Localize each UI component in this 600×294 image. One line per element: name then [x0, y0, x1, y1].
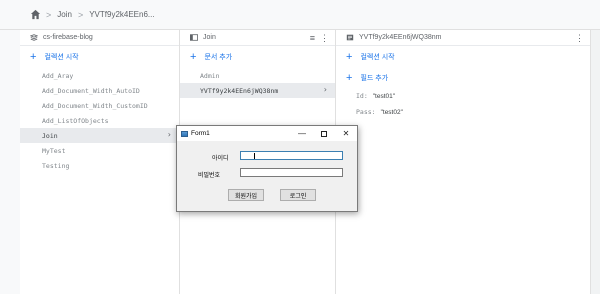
- collection-item-label: Join: [42, 131, 58, 140]
- maximize-icon: [321, 130, 327, 137]
- document-item-selected[interactable]: YVTf9y2k4EEn6jWQ38nm ›: [180, 83, 335, 98]
- document-detail-header: YVTf9y2k4EEn6jWQ38nm ⋮: [336, 30, 590, 46]
- document-detail-panel: YVTf9y2k4EEn6jWQ38nm ⋮ + 컬렉션 시작 + 필드 추가 …: [336, 30, 590, 294]
- documents-header: Join ≡ ⋮: [180, 30, 335, 46]
- plus-icon: +: [30, 50, 37, 63]
- start-collection-label: 컬렉션 시작: [44, 54, 79, 61]
- collection-item-label: MyTest: [42, 146, 66, 155]
- collections-header-title: cs-firebase-blog: [43, 34, 93, 41]
- breadcrumb-bar: > Join > YVTf9y2k4EEn6...: [0, 0, 600, 30]
- field-row[interactable]: Pass: "test02": [336, 104, 590, 120]
- field-key: Id:: [356, 92, 368, 100]
- maximize-button[interactable]: [313, 126, 335, 141]
- chevron-right-icon: ›: [323, 85, 327, 94]
- document-detail-title: YVTf9y2k4EEn6jWQ38nm: [359, 34, 442, 41]
- collection-item-selected[interactable]: Join ›: [20, 128, 179, 143]
- right-scroll-gutter: [590, 30, 600, 294]
- collection-item[interactable]: Testing: [20, 158, 179, 173]
- chevron-right-icon: >: [46, 9, 52, 20]
- id-label: 아이디: [212, 156, 229, 162]
- plus-icon: +: [346, 71, 353, 84]
- home-icon[interactable]: [30, 9, 41, 20]
- document-item-label: Admin: [200, 71, 220, 80]
- add-document-button[interactable]: + 문서 추가: [180, 46, 335, 68]
- plus-icon: +: [190, 50, 197, 63]
- start-subcollection-button[interactable]: + 컬렉션 시작: [336, 46, 590, 68]
- collection-item-label: Add_Document_Width_AutoID: [42, 86, 140, 95]
- document-detail-tools: ⋮: [575, 33, 584, 44]
- dialog-title: Form1: [191, 130, 210, 137]
- documents-header-tools: ≡ ⋮: [310, 33, 329, 44]
- collection-item[interactable]: Add_Aray: [20, 68, 179, 83]
- add-field-label: 필드 추가: [360, 75, 389, 82]
- app-icon: [181, 130, 188, 137]
- field-value: "test01": [372, 92, 396, 100]
- more-vert-icon[interactable]: ⋮: [320, 33, 329, 44]
- login-button[interactable]: 로그인: [280, 189, 316, 201]
- start-subcollection-label: 컬렉션 시작: [360, 54, 395, 61]
- collection-icon: [190, 34, 198, 41]
- start-collection-button[interactable]: + 컬렉션 시작: [20, 46, 179, 68]
- form1-dialog: Form1 — ✕ 아이디 비밀번호 회원가입 로그인: [176, 125, 358, 212]
- close-button[interactable]: ✕: [335, 126, 357, 141]
- minimize-button[interactable]: —: [291, 126, 313, 141]
- collection-item[interactable]: Add_ListOfObjects: [20, 113, 179, 128]
- filter-icon[interactable]: ≡: [310, 33, 315, 44]
- field-key: Pass:: [356, 108, 376, 116]
- breadcrumb: > Join > YVTf9y2k4EEn6...: [46, 10, 155, 20]
- collection-item[interactable]: MyTest: [20, 143, 179, 158]
- document-item-label: YVTf9y2k4EEn6jWQ38nm: [200, 86, 279, 95]
- text-cursor: [254, 153, 255, 159]
- password-input[interactable]: [240, 168, 343, 177]
- chevron-right-icon: >: [77, 9, 84, 20]
- collection-item-label: Add_Aray: [42, 71, 74, 80]
- collection-list: Add_Aray Add_Document_Width_AutoID Add_D…: [20, 68, 179, 173]
- document-item[interactable]: Admin: [180, 68, 335, 83]
- left-gutter: [0, 30, 20, 294]
- chevron-right-icon: ›: [167, 130, 171, 139]
- documents-header-title: Join: [203, 34, 216, 41]
- collection-item[interactable]: Add_Document_Width_AutoID: [20, 83, 179, 98]
- add-field-button[interactable]: + 필드 추가: [336, 68, 590, 88]
- more-vert-icon[interactable]: ⋮: [575, 33, 584, 44]
- database-icon: [30, 34, 38, 41]
- field-list: Id: "test01" Pass: "test02": [336, 88, 590, 120]
- collection-item-label: Add_Document_Width_CustomID: [42, 101, 148, 110]
- collections-header: cs-firebase-blog: [20, 30, 179, 46]
- dialog-titlebar[interactable]: Form1 — ✕: [177, 126, 357, 141]
- password-label: 비밀번호: [198, 173, 221, 179]
- signup-button[interactable]: 회원가입: [228, 189, 264, 201]
- document-icon: [346, 34, 354, 41]
- collections-panel: cs-firebase-blog + 컬렉션 시작 Add_Aray Add_D…: [20, 30, 180, 294]
- collection-item[interactable]: Add_Document_Width_CustomID: [20, 98, 179, 113]
- breadcrumb-item-document[interactable]: YVTf9y2k4EEn6...: [89, 10, 154, 19]
- collection-item-label: Add_ListOfObjects: [42, 116, 109, 125]
- field-value: "test02": [380, 108, 403, 116]
- add-document-label: 문서 추가: [204, 54, 233, 61]
- breadcrumb-item-collection[interactable]: Join: [57, 10, 72, 19]
- id-input[interactable]: [240, 151, 343, 160]
- document-list: Admin YVTf9y2k4EEn6jWQ38nm ›: [180, 68, 335, 98]
- field-row[interactable]: Id: "test01": [336, 88, 590, 104]
- plus-icon: +: [346, 50, 353, 63]
- collection-item-label: Testing: [42, 161, 70, 170]
